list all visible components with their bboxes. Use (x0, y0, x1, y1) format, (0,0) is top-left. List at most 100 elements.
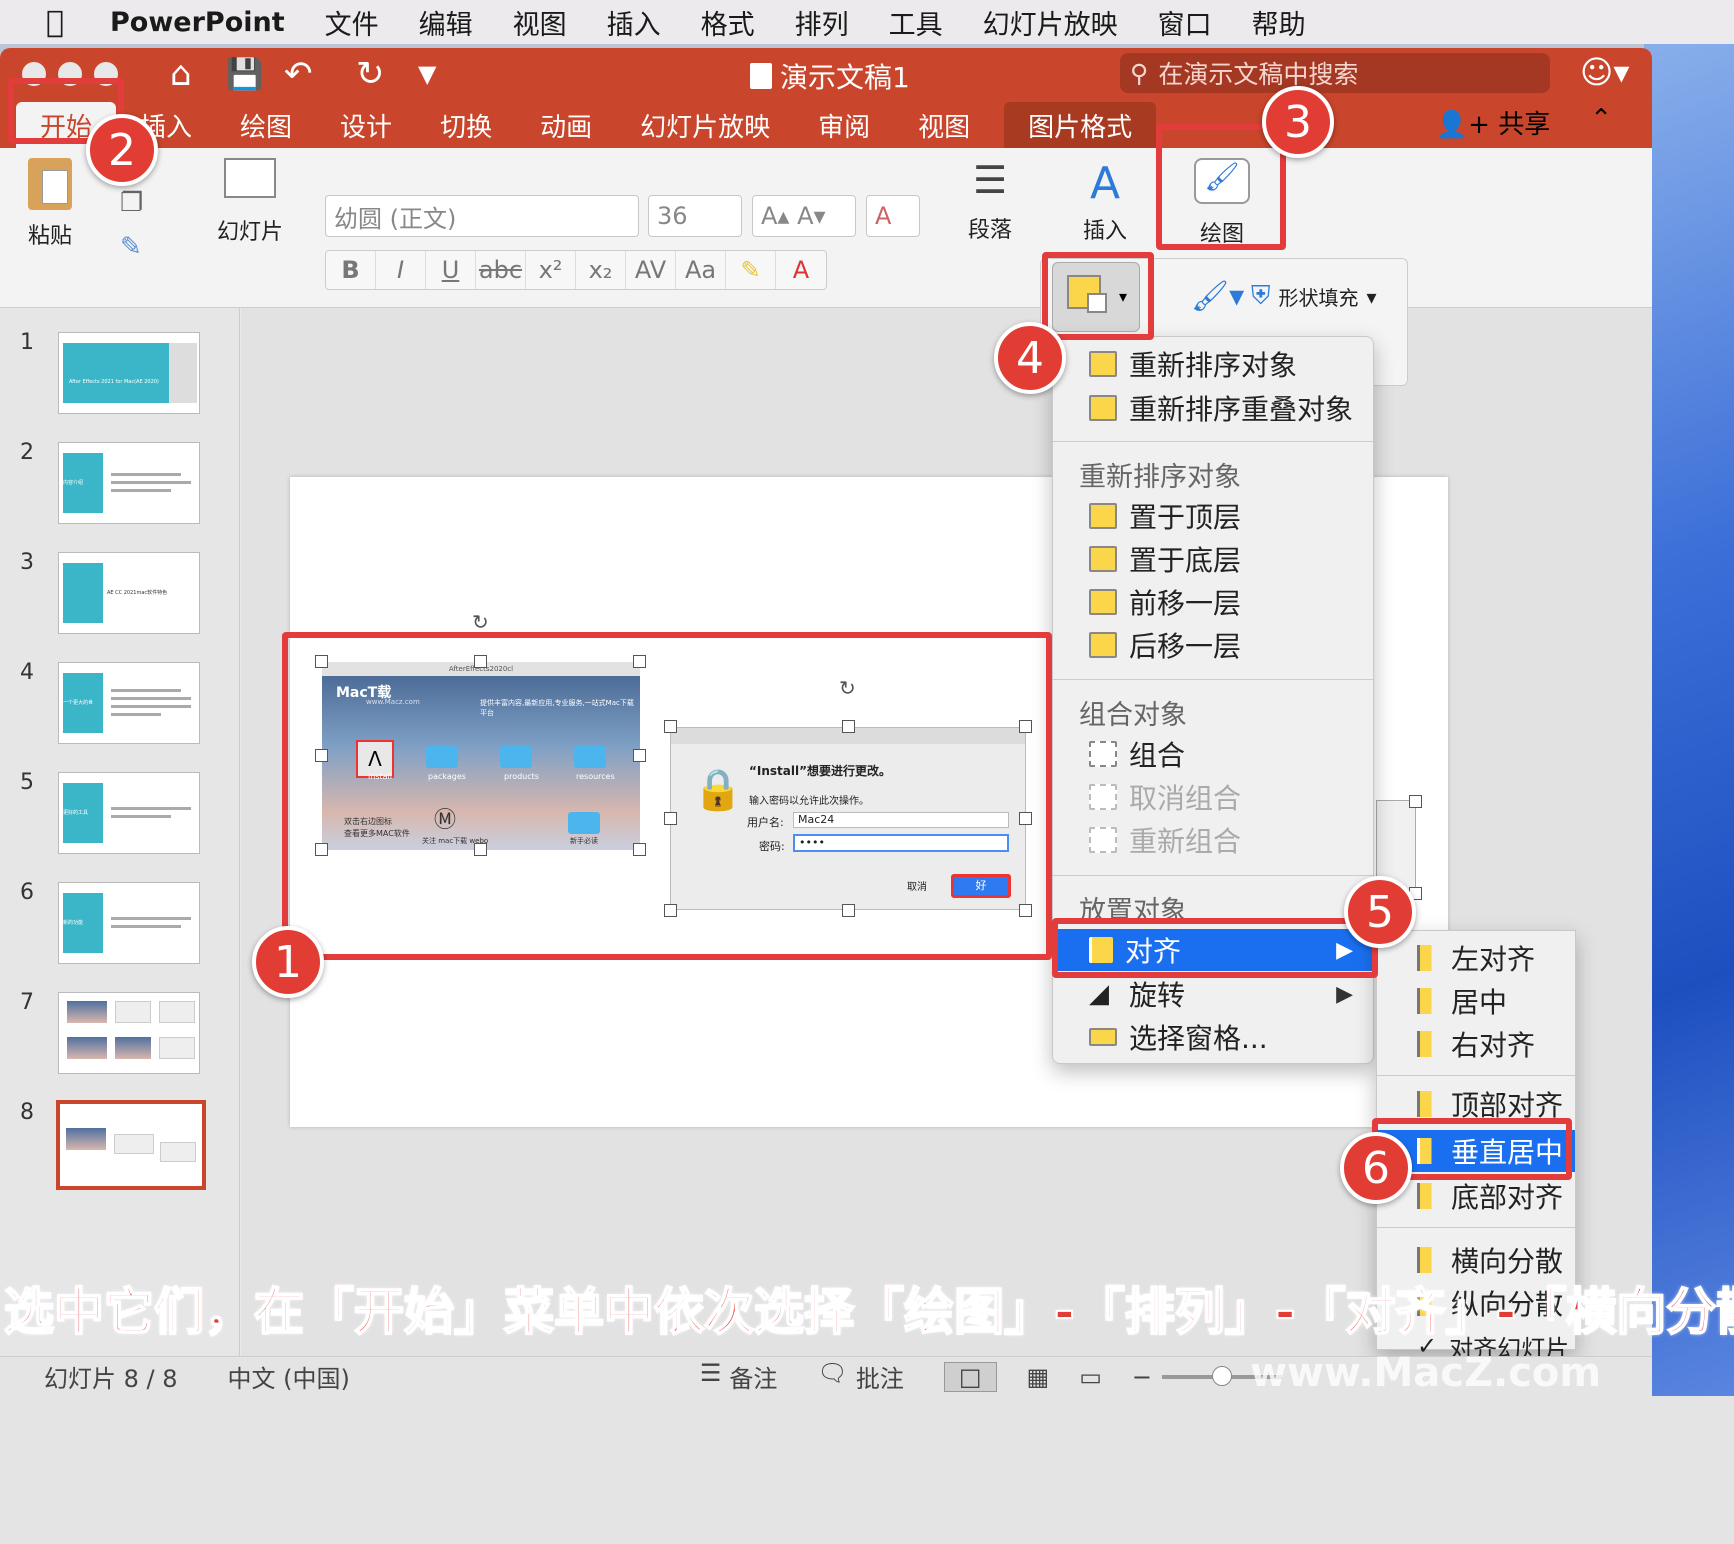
zoom-out-icon[interactable]: − (1132, 1363, 1152, 1391)
menu-insert[interactable]: 插入 (607, 3, 661, 42)
resize-handle[interactable] (1409, 795, 1422, 808)
insert-button[interactable]: A 插入 (1070, 158, 1140, 245)
save-icon[interactable]: 💾 (226, 57, 263, 92)
highlight-arrange-button (1042, 252, 1154, 340)
customize-toolbar-icon[interactable]: ▼ (418, 60, 436, 88)
menu-reorder-objects-top[interactable]: 重新排序对象 (1053, 343, 1373, 385)
tab-animations[interactable]: 动画 (516, 102, 616, 148)
char-spacing-button[interactable]: AV (626, 251, 676, 289)
font-name-select[interactable]: 幼圆 (正文) (325, 195, 639, 237)
feedback-smiley-icon[interactable]: ☺▾ (1580, 53, 1629, 91)
shape-styles-brush-icon[interactable]: 🖌▾ (1191, 279, 1244, 314)
slide-sorter-view-icon[interactable]: ▦ (1027, 1363, 1050, 1391)
tab-picture-format[interactable]: 图片格式 (1004, 102, 1157, 148)
comments-button[interactable]: 🗨 批注 (817, 1359, 903, 1394)
selection-pane-icon (1089, 1028, 1117, 1046)
font-size-select[interactable]: 36 (648, 195, 742, 237)
highlight-draw-button (1156, 124, 1286, 250)
menu-bring-to-front[interactable]: 置于顶层 (1053, 495, 1373, 537)
tab-transitions[interactable]: 切换 (416, 102, 516, 148)
menu-window[interactable]: 窗口 (1158, 3, 1212, 42)
menu-send-to-back[interactable]: 置于底层 (1053, 538, 1373, 580)
font-size-up-down[interactable]: A▴ A▾ (752, 195, 856, 237)
menu-app[interactable]: PowerPoint (110, 7, 285, 38)
menu-regroup[interactable]: 重新组合 (1053, 819, 1373, 861)
menu-reorder-overlapping[interactable]: 重新排序重叠对象 (1053, 387, 1373, 429)
paragraph-button[interactable]: ☰ 段落 (955, 158, 1025, 244)
redo-icon[interactable]: ↻ (356, 54, 385, 94)
slide-thumb-4[interactable]: 一个更大的世 (58, 662, 200, 744)
font-color-icon[interactable]: A (776, 251, 826, 289)
slide-thumb-2[interactable]: 内容介绍 (58, 442, 200, 524)
font-name-value: 幼圆 (正文) (334, 204, 457, 233)
slide-number: 5 (20, 770, 34, 795)
search-box[interactable]: ⚲ 在演示文稿中搜索 (1120, 53, 1550, 93)
tab-design[interactable]: 设计 (316, 102, 416, 148)
bring-forward-icon (1089, 589, 1117, 615)
italic-button[interactable]: I (376, 251, 426, 289)
menu-edit[interactable]: 编辑 (419, 3, 473, 42)
align-center[interactable]: 居中 (1377, 980, 1575, 1022)
menu-help[interactable]: 帮助 (1252, 3, 1306, 42)
menu-ungroup[interactable]: 取消组合 (1053, 776, 1373, 818)
strikethrough-button[interactable]: abc (476, 251, 526, 289)
change-case-button[interactable]: Aa (676, 251, 726, 289)
menu-label: 重新排序对象 (1129, 349, 1298, 382)
chevron-down-icon: ▾ (1366, 284, 1377, 309)
tab-view[interactable]: 视图 (894, 102, 994, 148)
format-painter-icon[interactable]: ✎ (120, 232, 142, 262)
subscript-button[interactable]: x₂ (576, 251, 626, 289)
apple-icon[interactable]:  (0, 5, 110, 40)
menu-format[interactable]: 格式 (701, 3, 755, 42)
slide-thumb-5[interactable]: 更好的工具 (58, 772, 200, 854)
ungroup-icon (1089, 784, 1117, 810)
clear-format-icon[interactable]: A (866, 195, 920, 237)
language-indicator[interactable]: 中文 (中国) (228, 1359, 350, 1394)
shape-fill-button[interactable]: ⛨ 形状填充 ▾ (1251, 281, 1377, 312)
rotate-handle-icon[interactable]: ↻ (472, 610, 489, 634)
share-button[interactable]: 👤+ 共享 (1436, 104, 1550, 141)
thumb-1-title: After Effects 2021 for Mac(AE 2020) (63, 343, 169, 403)
notes-button[interactable]: ☰ 备注 (700, 1359, 778, 1394)
normal-view-icon[interactable]: □ (943, 1361, 997, 1392)
menu-tools[interactable]: 工具 (889, 3, 943, 42)
home-icon[interactable]: ⌂ (170, 54, 192, 94)
slide-thumb-7[interactable] (58, 992, 200, 1074)
thumb-3-title: AE CC 2021mac软件特色 (107, 590, 168, 596)
menu-selection-pane[interactable]: 选择窗格... (1053, 1016, 1373, 1058)
menu-group[interactable]: 组合 (1053, 733, 1373, 775)
clipboard-icon (28, 158, 72, 210)
align-bottom-icon (1417, 1183, 1439, 1209)
menu-bring-forward[interactable]: 前移一层 (1053, 581, 1373, 623)
superscript-button[interactable]: x² (526, 251, 576, 289)
tab-draw[interactable]: 绘图 (216, 102, 316, 148)
menu-rotate[interactable]: ◢ 旋转 ▶ (1053, 973, 1373, 1015)
distribute-horizontal-icon (1417, 1247, 1439, 1273)
paste-button[interactable]: 粘贴 (20, 158, 80, 250)
slide-number: 8 (20, 1100, 34, 1125)
slide-thumb-6[interactable]: 新的功能 (58, 882, 200, 964)
menu-send-backward[interactable]: 后移一层 (1053, 624, 1373, 666)
highlight-icon[interactable]: ✎ (726, 251, 776, 289)
menu-label: 重新组合 (1129, 825, 1242, 858)
menu-arrange[interactable]: 排列 (795, 3, 849, 42)
align-left[interactable]: 左对齐 (1377, 937, 1575, 979)
underline-button[interactable]: U (426, 251, 476, 289)
collapse-ribbon-icon[interactable]: ⌃ (1590, 104, 1612, 141)
new-slide-button[interactable]: 幻灯片 (210, 158, 290, 246)
menu-file[interactable]: 文件 (325, 3, 379, 42)
menu-slideshow[interactable]: 幻灯片放映 (983, 3, 1118, 42)
align-right[interactable]: 右对齐 (1377, 1023, 1575, 1065)
copy-icon[interactable]: ❐ (120, 188, 143, 218)
undo-icon[interactable]: ↶ (284, 54, 313, 94)
tab-review[interactable]: 审阅 (794, 102, 894, 148)
step-badge-3: 3 (1262, 86, 1334, 158)
menu-view[interactable]: 视图 (513, 3, 567, 42)
slide-thumb-1[interactable]: After Effects 2021 for Mac(AE 2020) (58, 332, 200, 414)
bold-button[interactable]: B (326, 251, 376, 289)
desktop-wallpaper (1644, 0, 1734, 1400)
slide-thumb-3[interactable]: AE CC 2021mac软件特色 (58, 552, 200, 634)
presenter-view-icon[interactable]: ▭ (1079, 1363, 1102, 1391)
slide-thumb-8-current[interactable] (56, 1100, 206, 1190)
tab-slideshow[interactable]: 幻灯片放映 (616, 102, 794, 148)
